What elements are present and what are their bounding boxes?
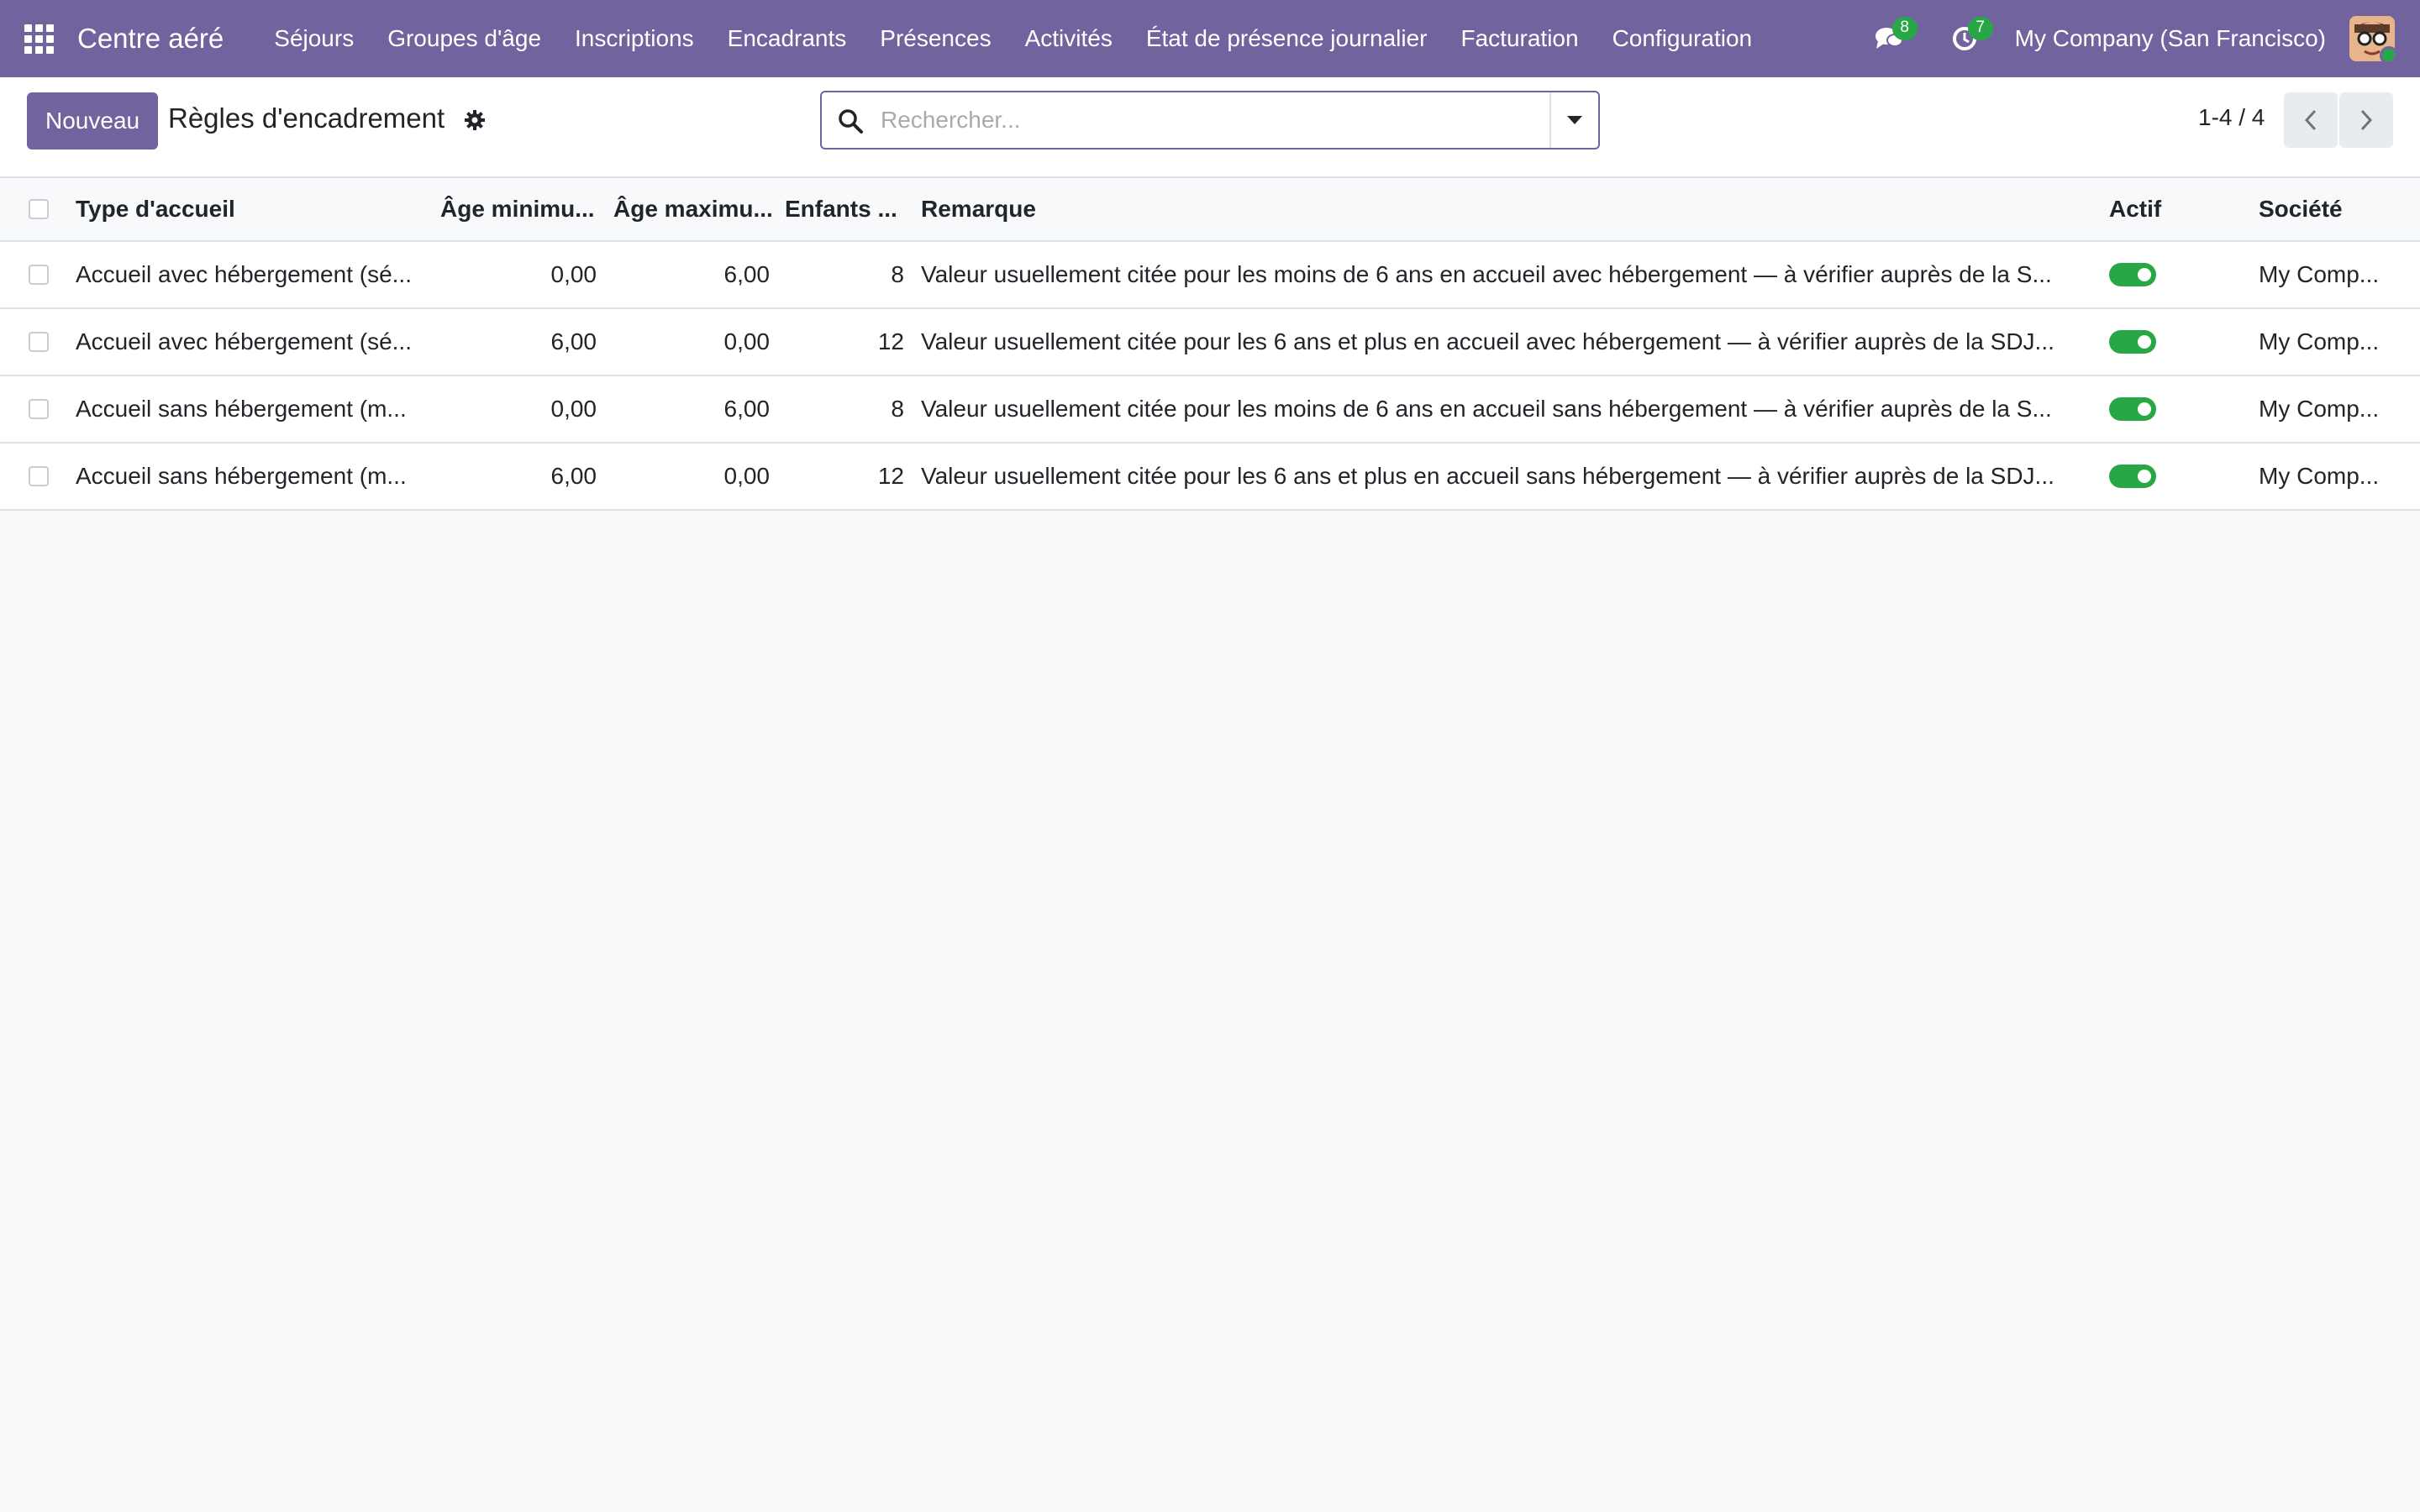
menu-item-groupes-age[interactable]: Groupes d'âge [371, 0, 558, 77]
control-panel: Nouveau Règles d'encadrement Rechercher.… [0, 77, 2420, 178]
chevron-right-icon [2360, 109, 2373, 131]
cell-active [2109, 376, 2176, 442]
online-status-indicator [2380, 46, 2395, 61]
active-toggle[interactable] [2109, 330, 2156, 354]
menu-item-etat-presence[interactable]: État de présence journalier [1129, 0, 1444, 77]
menu-item-facturation[interactable]: Facturation [1444, 0, 1595, 77]
cell-age-min: 0,00 [550, 396, 597, 422]
cell-remark: Valeur usuellement citée pour les 6 ans … [921, 328, 2054, 354]
page-title: Règles d'encadrement [168, 102, 445, 134]
menu-item-inscriptions[interactable]: Inscriptions [558, 0, 711, 77]
column-header-children[interactable]: Enfants ... [785, 178, 911, 240]
systray: 8 7 My Company (San Francisco) [1864, 0, 2420, 77]
main-menu: Séjours Groupes d'âge Inscriptions Encad… [257, 0, 1769, 77]
list-view: Type d'accueil Âge minimu... Âge maximu.… [0, 178, 2420, 511]
cell-children: 8 [891, 261, 904, 287]
search-icon [837, 108, 864, 139]
cell-type: Accueil sans hébergement (m... [76, 463, 407, 489]
app-name[interactable]: Centre aéré [77, 23, 224, 55]
company-switcher[interactable]: My Company (San Francisco) [2015, 25, 2326, 52]
row-checkbox-cell[interactable] [29, 444, 49, 509]
row-checkbox-cell[interactable] [29, 376, 49, 442]
pager-previous-button[interactable] [2284, 92, 2338, 148]
messages-button[interactable]: 8 [1864, 0, 1918, 77]
table-row[interactable]: Accueil sans hébergement (m... 0,00 6,00… [0, 376, 2420, 444]
cell-age-max: 0,00 [723, 463, 771, 489]
row-checkbox[interactable] [29, 265, 49, 285]
cell-remark: Valeur usuellement citée pour les moins … [921, 396, 2052, 422]
top-navbar: Centre aéré Séjours Groupes d'âge Inscri… [0, 0, 2420, 77]
menu-item-configuration[interactable]: Configuration [1596, 0, 1770, 77]
menu-item-activites[interactable]: Activités [1008, 0, 1129, 77]
table-row[interactable]: Accueil avec hébergement (sé... 0,00 6,0… [0, 242, 2420, 309]
chevron-left-icon [2304, 109, 2317, 131]
messages-count-badge: 8 [1891, 17, 1918, 40]
cell-children: 8 [891, 396, 904, 422]
search-input[interactable] [881, 99, 1519, 141]
active-toggle[interactable] [2109, 263, 2156, 286]
menu-item-presences[interactable]: Présences [863, 0, 1007, 77]
cell-active [2109, 444, 2176, 509]
column-header-active[interactable]: Actif [2109, 178, 2210, 240]
gear-icon[interactable] [464, 109, 486, 135]
column-header-age-min[interactable]: Âge minimu... [440, 178, 602, 240]
cell-type: Accueil avec hébergement (sé... [76, 261, 412, 287]
cell-type: Accueil avec hébergement (sé... [76, 328, 412, 354]
cell-type: Accueil sans hébergement (m... [76, 396, 407, 422]
column-header-company[interactable]: Société [2259, 178, 2410, 240]
cell-age-min: 0,00 [550, 261, 597, 287]
cell-remark: Valeur usuellement citée pour les 6 ans … [921, 463, 2054, 489]
table-row[interactable]: Accueil avec hébergement (sé... 6,00 0,0… [0, 309, 2420, 376]
cell-company: My Comp... [2259, 328, 2380, 354]
active-toggle[interactable] [2109, 465, 2156, 488]
select-all-checkbox-cell[interactable] [29, 178, 49, 240]
cell-active [2109, 242, 2176, 307]
cell-age-max: 0,00 [723, 328, 771, 354]
search-options-toggle[interactable] [1549, 92, 1598, 148]
row-checkbox[interactable] [29, 466, 49, 486]
cell-company: My Comp... [2259, 396, 2380, 422]
cell-age-min: 6,00 [550, 463, 597, 489]
row-checkbox[interactable] [29, 332, 49, 352]
menu-item-sejours[interactable]: Séjours [257, 0, 371, 77]
cell-children: 12 [877, 463, 904, 489]
row-checkbox-cell[interactable] [29, 309, 49, 375]
cell-company: My Comp... [2259, 463, 2380, 489]
pager-value[interactable]: 1-4 / 4 [2198, 104, 2265, 131]
cell-active [2109, 309, 2176, 375]
new-button[interactable]: Nouveau [27, 92, 159, 150]
cell-age-min: 6,00 [550, 328, 597, 354]
cell-age-max: 6,00 [723, 261, 771, 287]
activities-count-badge: 7 [1967, 17, 1993, 40]
apps-menu-icon[interactable] [0, 0, 77, 77]
table-header: Type d'accueil Âge minimu... Âge maximu.… [0, 178, 2420, 242]
cell-children: 12 [877, 328, 904, 354]
cell-company: My Comp... [2259, 261, 2380, 287]
select-all-checkbox[interactable] [29, 199, 49, 219]
activities-button[interactable]: 7 [1939, 0, 1993, 77]
column-header-remark[interactable]: Remarque [921, 178, 1677, 240]
row-checkbox-cell[interactable] [29, 242, 49, 307]
pager-next-button[interactable] [2339, 92, 2393, 148]
column-header-type[interactable]: Type d'accueil [76, 178, 420, 240]
menu-item-encadrants[interactable]: Encadrants [711, 0, 864, 77]
cell-remark: Valeur usuellement citée pour les moins … [921, 261, 2052, 287]
search-bar [820, 91, 1600, 150]
column-header-age-max[interactable]: Âge maximu... [613, 178, 775, 240]
row-checkbox[interactable] [29, 399, 49, 419]
table-row[interactable]: Accueil sans hébergement (m... 6,00 0,00… [0, 444, 2420, 511]
active-toggle[interactable] [2109, 397, 2156, 421]
caret-down-icon [1567, 116, 1582, 124]
user-avatar[interactable] [2349, 16, 2395, 61]
cell-age-max: 6,00 [723, 396, 771, 422]
